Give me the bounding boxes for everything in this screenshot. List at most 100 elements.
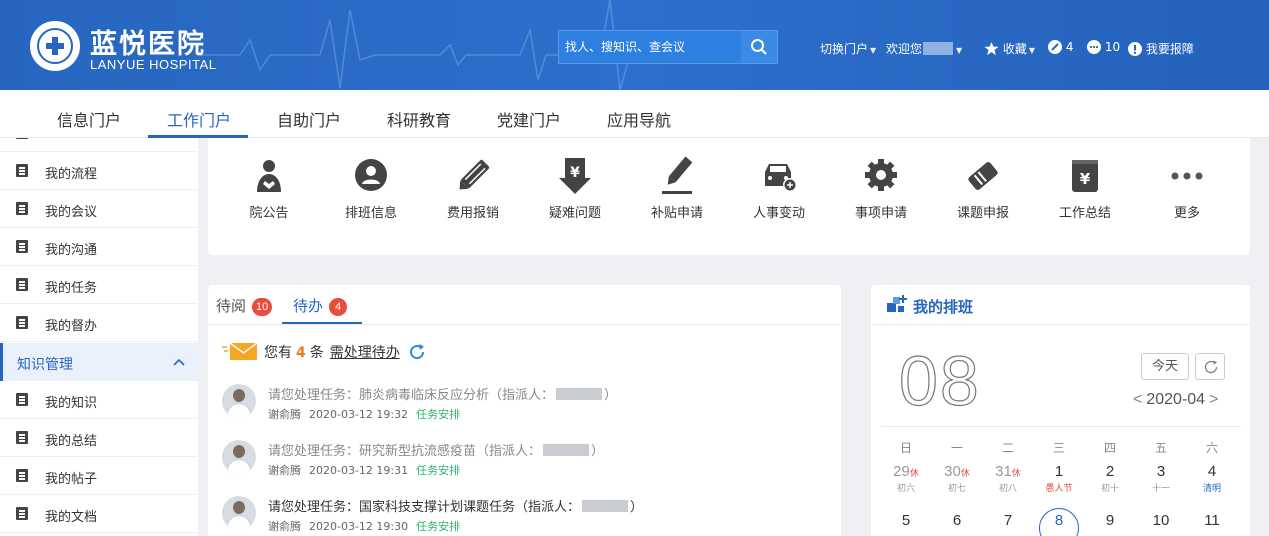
tab-research-education[interactable]: 科研教育: [387, 107, 451, 131]
current-day: 08: [898, 341, 981, 420]
message-notifications[interactable]: 10: [1087, 40, 1120, 56]
calendar-day[interactable]: 7: [988, 512, 1028, 529]
tab-to-read[interactable]: 待阅 10: [216, 295, 273, 316]
lunar-date: 初七: [947, 484, 966, 494]
hospital-name: 蓝悦医院: [90, 29, 206, 60]
task-item[interactable]: 请您处理任务：国家科技支撑计划课题任务（指派人：） 谢俞腾 2020-03-12 …: [222, 496, 822, 536]
search-box: [558, 30, 778, 64]
day-number: 1: [1054, 463, 1064, 480]
calendar-day[interactable]: 9: [1090, 512, 1130, 529]
tab-app-navigation[interactable]: 应用导航: [607, 107, 671, 131]
star-icon: [984, 41, 999, 56]
lunar-date: 十一: [1151, 484, 1170, 494]
calendar-day[interactable]: 2 初十: [1090, 463, 1130, 494]
edit-notifications[interactable]: 4: [1048, 40, 1073, 56]
weekday-header: 日: [899, 441, 912, 455]
calendar-day[interactable]: 6: [937, 512, 977, 529]
search-input[interactable]: [559, 31, 743, 63]
prev-month-button[interactable]: <: [1133, 391, 1142, 408]
calendar-day[interactable]: 3 十一: [1141, 463, 1181, 494]
app-hospital-notice[interactable]: 院公告: [229, 156, 309, 221]
sidebar-item-my-process[interactable]: 我的流程: [0, 152, 198, 190]
sidebar-group-knowledge[interactable]: 知识管理: [0, 343, 198, 381]
sidebar-item-my-summary[interactable]: 我的总结: [0, 419, 198, 457]
report-issue-link[interactable]: 我要报障: [1128, 40, 1194, 56]
sidebar-item-my-posts[interactable]: 我的帖子: [0, 457, 198, 495]
envelope-icon: [222, 342, 258, 360]
sidebar-item-my-documents[interactable]: 我的文档: [0, 495, 198, 533]
calendar-day[interactable]: 11: [1192, 512, 1232, 529]
today-button[interactable]: 今天: [1141, 353, 1189, 380]
assignee-redacted: [582, 500, 629, 512]
document-icon: [16, 202, 28, 215]
calendar-day[interactable]: 30休初七: [937, 463, 977, 494]
gear-icon: [865, 159, 897, 191]
next-month-button[interactable]: >: [1209, 391, 1218, 408]
switch-portal-menu[interactable]: 切换门户 ▼: [820, 40, 876, 56]
car-icon: [765, 164, 797, 192]
app-work-summary[interactable]: ¥ 工作总结: [1045, 156, 1125, 221]
app-more[interactable]: 更多: [1147, 156, 1227, 221]
person-icon: [355, 159, 387, 191]
caret-down-icon: ▼: [1028, 46, 1035, 55]
calendar-day[interactable]: 31休 初八: [988, 463, 1028, 494]
tab-work-portal[interactable]: 工作门户: [167, 107, 231, 131]
favorites-menu[interactable]: 收藏 ▼: [984, 40, 1035, 56]
calendar-day[interactable]: 29休 初六: [886, 463, 926, 494]
my-schedule-panel: 我的排班 08 今天 <2020-04 > 日一二三四五六 29休 初六 30休 初七 31…: [871, 285, 1250, 536]
document-icon: [16, 393, 28, 406]
sidebar-item-partial[interactable]: [0, 138, 198, 152]
tab-party-portal[interactable]: 党建门户: [497, 107, 561, 131]
calendar-day[interactable]: 8: [1039, 508, 1079, 536]
user-name-redacted: [923, 42, 954, 55]
app-item-application[interactable]: 事项申请: [841, 156, 921, 221]
to-do-count-badge: 4: [329, 298, 348, 316]
search-button[interactable]: [741, 31, 777, 63]
sidebar-item-my-supervision[interactable]: 我的督办: [0, 304, 198, 342]
app-difficult-issues[interactable]: ¥ 疑难问题: [535, 156, 615, 221]
search-icon: [751, 39, 767, 55]
tab-self-service-portal[interactable]: 自助门户: [277, 107, 341, 131]
refresh-icon: [1204, 360, 1218, 374]
refresh-icon[interactable]: [408, 343, 426, 361]
top-header: 蓝悦医院 LANYUE HOSPITAL 切换门户▼ 欢迎您▼ 收藏▼ 4 10…: [0, 0, 1269, 90]
svg-text:¥: ¥: [570, 165, 580, 181]
sidebar-item-my-communication[interactable]: 我的沟通: [0, 228, 198, 266]
calendar-day[interactable]: 4 清明: [1192, 463, 1232, 494]
avatar: [222, 496, 256, 530]
task-item[interactable]: 请您处理任务：研究新型抗流感疫苗（指派人：） 谢俞腾 2020-03-12 19:…: [222, 440, 822, 490]
sidebar-item-my-tasks[interactable]: 我的任务: [0, 266, 198, 304]
sidebar-item-my-meetings[interactable]: 我的会议: [0, 190, 198, 228]
calendar-day[interactable]: 5: [886, 512, 926, 529]
weekday-header: 五: [1154, 441, 1167, 455]
sidebar-item-my-knowledge[interactable]: 我的知识: [0, 381, 198, 419]
active-todo-tab-indicator: [282, 322, 362, 324]
day-number: 30休: [944, 463, 970, 480]
alert-icon: [1128, 42, 1142, 56]
user-menu[interactable]: 欢迎您 ▼: [886, 40, 962, 56]
weekday-header: 二: [1001, 441, 1014, 455]
document-icon: [16, 278, 28, 291]
app-subsidy-application[interactable]: 补贴申请: [637, 156, 717, 221]
todo-notice: 您有 4 条需处理待办: [222, 341, 426, 363]
app-expense-reimbursement[interactable]: 费用报销: [433, 156, 513, 221]
calendar-day[interactable]: 1 愚人节: [1039, 463, 1079, 494]
task-item[interactable]: 请您处理任务：肺炎病毒临床反应分析（指派人：） 谢俞腾 2020-03-12 19…: [222, 384, 822, 434]
task-type-tag: 任务安排: [416, 464, 461, 477]
schedule-title: 我的排班: [913, 298, 974, 316]
app-personnel-change[interactable]: 人事变动: [739, 156, 819, 221]
lunar-date: 初八: [998, 484, 1017, 494]
pending-todo-link[interactable]: 需处理待办: [330, 345, 400, 361]
app-schedule-info[interactable]: 排班信息: [331, 156, 411, 221]
avatar: [222, 440, 256, 474]
app-project-declaration[interactable]: 课题申报: [943, 156, 1023, 221]
day-number: 5: [901, 512, 911, 529]
calendar-refresh-button[interactable]: [1195, 353, 1225, 380]
day-number: 11: [1204, 512, 1220, 529]
calendar-day[interactable]: 10: [1141, 512, 1181, 529]
avatar: [222, 384, 256, 418]
day-number: 3: [1156, 463, 1166, 480]
tab-to-do[interactable]: 待办 4: [293, 295, 348, 316]
holiday-mark: 休: [1011, 468, 1021, 478]
tab-info-portal[interactable]: 信息门户: [57, 107, 121, 131]
